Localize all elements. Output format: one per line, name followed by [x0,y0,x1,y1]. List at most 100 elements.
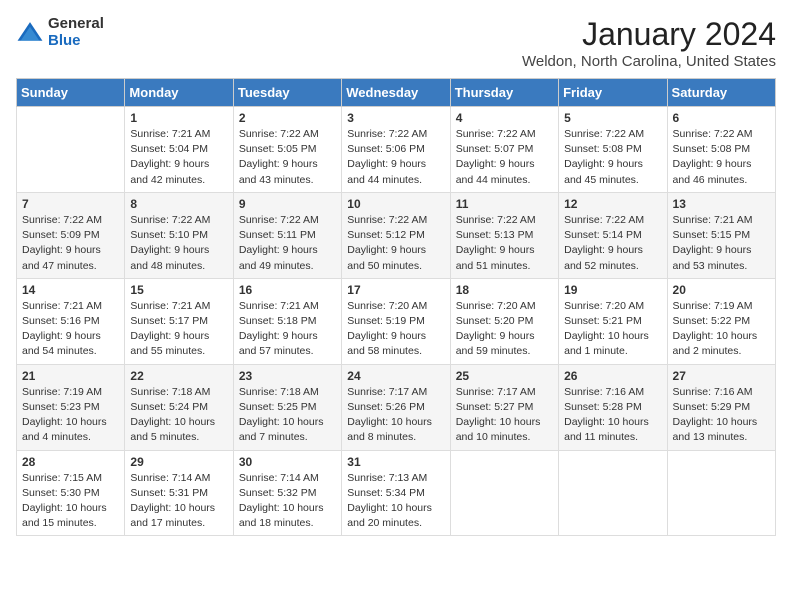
day-number: 26 [564,369,661,383]
calendar-cell: 7 Sunrise: 7:22 AMSunset: 5:09 PMDaylight… [17,192,125,278]
day-info: Sunrise: 7:18 AMSunset: 5:24 PMDaylight:… [130,385,227,446]
day-number: 6 [673,111,770,125]
day-info: Sunrise: 7:13 AMSunset: 5:34 PMDaylight:… [347,471,444,532]
day-number: 15 [130,283,227,297]
day-number: 20 [673,283,770,297]
day-number: 24 [347,369,444,383]
calendar-cell: 26 Sunrise: 7:16 AMSunset: 5:28 PMDayligh… [559,364,667,450]
day-info: Sunrise: 7:21 AMSunset: 5:16 PMDaylight:… [22,299,119,360]
day-number: 9 [239,197,336,211]
calendar-cell: 11 Sunrise: 7:22 AMSunset: 5:13 PMDayligh… [450,192,558,278]
calendar-cell: 13 Sunrise: 7:21 AMSunset: 5:15 PMDayligh… [667,192,775,278]
logo-icon [16,19,44,47]
column-header-sunday: Sunday [17,79,125,107]
day-number: 23 [239,369,336,383]
day-number: 16 [239,283,336,297]
day-info: Sunrise: 7:20 AMSunset: 5:21 PMDaylight:… [564,299,661,360]
calendar-cell: 5Sunrise: 7:22 AMSunset: 5:08 PMDaylight… [559,107,667,193]
calendar-cell: 17 Sunrise: 7:20 AMSunset: 5:19 PMDayligh… [342,278,450,364]
calendar-cell: 31 Sunrise: 7:13 AMSunset: 5:34 PMDayligh… [342,450,450,536]
day-number: 11 [456,197,553,211]
logo-blue-text: Blue [48,33,104,50]
day-info: Sunrise: 7:22 AMSunset: 5:05 PMDaylight:… [239,127,336,188]
calendar-table: SundayMondayTuesdayWednesdayThursdayFrid… [16,78,776,536]
calendar-cell: 22 Sunrise: 7:18 AMSunset: 5:24 PMDayligh… [125,364,233,450]
day-number: 14 [22,283,119,297]
day-info: Sunrise: 7:20 AMSunset: 5:20 PMDaylight:… [456,299,553,360]
day-info: Sunrise: 7:16 AMSunset: 5:29 PMDaylight:… [673,385,770,446]
day-number: 21 [22,369,119,383]
calendar-cell: 2 Sunrise: 7:22 AMSunset: 5:05 PMDaylight… [233,107,341,193]
calendar-cell: 30 Sunrise: 7:14 AMSunset: 5:32 PMDayligh… [233,450,341,536]
column-header-monday: Monday [125,79,233,107]
logo-general-text: General [48,16,104,33]
day-info: Sunrise: 7:18 AMSunset: 5:25 PMDaylight:… [239,385,336,446]
calendar-cell: 27 Sunrise: 7:16 AMSunset: 5:29 PMDayligh… [667,364,775,450]
day-info: Sunrise: 7:22 AMSunset: 5:11 PMDaylight:… [239,213,336,274]
calendar-cell: 8Sunrise: 7:22 AMSunset: 5:10 PMDaylight… [125,192,233,278]
day-number: 17 [347,283,444,297]
day-info: Sunrise: 7:21 AMSunset: 5:17 PMDaylight:… [130,299,227,360]
day-number: 2 [239,111,336,125]
day-number: 25 [456,369,553,383]
day-info: Sunrise: 7:22 AMSunset: 5:09 PMDaylight:… [22,213,119,274]
day-number: 27 [673,369,770,383]
calendar-cell: 6 Sunrise: 7:22 AMSunset: 5:08 PMDaylight… [667,107,775,193]
day-number: 29 [130,455,227,469]
calendar-week-row: 21 Sunrise: 7:19 AMSunset: 5:23 PMDayligh… [17,364,776,450]
day-number: 4 [456,111,553,125]
day-number: 12 [564,197,661,211]
day-info: Sunrise: 7:19 AMSunset: 5:23 PMDaylight:… [22,385,119,446]
day-info: Sunrise: 7:22 AMSunset: 5:14 PMDaylight:… [564,213,661,274]
calendar-cell [559,450,667,536]
day-number: 13 [673,197,770,211]
column-header-saturday: Saturday [667,79,775,107]
day-number: 19 [564,283,661,297]
calendar-week-row: 1 Sunrise: 7:21 AMSunset: 5:04 PMDaylight… [17,107,776,193]
day-info: Sunrise: 7:22 AMSunset: 5:12 PMDaylight:… [347,213,444,274]
day-info: Sunrise: 7:21 AMSunset: 5:18 PMDaylight:… [239,299,336,360]
day-info: Sunrise: 7:22 AMSunset: 5:06 PMDaylight:… [347,127,444,188]
day-info: Sunrise: 7:15 AMSunset: 5:30 PMDaylight:… [22,471,119,532]
calendar-cell: 14 Sunrise: 7:21 AMSunset: 5:16 PMDayligh… [17,278,125,364]
day-number: 18 [456,283,553,297]
page-header: General Blue January 2024 Weldon, North … [16,16,776,70]
day-info: Sunrise: 7:20 AMSunset: 5:19 PMDaylight:… [347,299,444,360]
column-header-thursday: Thursday [450,79,558,107]
day-info: Sunrise: 7:19 AMSunset: 5:22 PMDaylight:… [673,299,770,360]
day-info: Sunrise: 7:21 AMSunset: 5:04 PMDaylight:… [130,127,227,188]
calendar-week-row: 7 Sunrise: 7:22 AMSunset: 5:09 PMDaylight… [17,192,776,278]
day-number: 7 [22,197,119,211]
day-info: Sunrise: 7:16 AMSunset: 5:28 PMDaylight:… [564,385,661,446]
day-number: 31 [347,455,444,469]
day-number: 30 [239,455,336,469]
calendar-cell: 1 Sunrise: 7:21 AMSunset: 5:04 PMDaylight… [125,107,233,193]
day-info: Sunrise: 7:22 AMSunset: 5:07 PMDaylight:… [456,127,553,188]
day-info: Sunrise: 7:22 AMSunset: 5:13 PMDaylight:… [456,213,553,274]
day-number: 1 [130,111,227,125]
calendar-week-row: 28Sunrise: 7:15 AMSunset: 5:30 PMDayligh… [17,450,776,536]
day-number: 3 [347,111,444,125]
month-title: January 2024 [522,16,776,53]
calendar-cell: 12 Sunrise: 7:22 AMSunset: 5:14 PMDayligh… [559,192,667,278]
column-header-tuesday: Tuesday [233,79,341,107]
column-header-wednesday: Wednesday [342,79,450,107]
calendar-cell [450,450,558,536]
day-number: 10 [347,197,444,211]
day-info: Sunrise: 7:21 AMSunset: 5:15 PMDaylight:… [673,213,770,274]
calendar-cell: 25 Sunrise: 7:17 AMSunset: 5:27 PMDayligh… [450,364,558,450]
calendar-cell [667,450,775,536]
day-info: Sunrise: 7:22 AMSunset: 5:10 PMDaylight:… [130,213,227,274]
calendar-cell: 19 Sunrise: 7:20 AMSunset: 5:21 PMDayligh… [559,278,667,364]
day-info: Sunrise: 7:22 AMSunset: 5:08 PMDaylight:… [673,127,770,188]
calendar-cell: 28Sunrise: 7:15 AMSunset: 5:30 PMDayligh… [17,450,125,536]
day-info: Sunrise: 7:17 AMSunset: 5:27 PMDaylight:… [456,385,553,446]
day-number: 22 [130,369,227,383]
title-area: January 2024 Weldon, North Carolina, Uni… [522,16,776,70]
calendar-cell: 23 Sunrise: 7:18 AMSunset: 5:25 PMDayligh… [233,364,341,450]
day-info: Sunrise: 7:17 AMSunset: 5:26 PMDaylight:… [347,385,444,446]
calendar-week-row: 14 Sunrise: 7:21 AMSunset: 5:16 PMDayligh… [17,278,776,364]
day-info: Sunrise: 7:14 AMSunset: 5:32 PMDaylight:… [239,471,336,532]
calendar-cell: 21 Sunrise: 7:19 AMSunset: 5:23 PMDayligh… [17,364,125,450]
calendar-cell: 16 Sunrise: 7:21 AMSunset: 5:18 PMDayligh… [233,278,341,364]
